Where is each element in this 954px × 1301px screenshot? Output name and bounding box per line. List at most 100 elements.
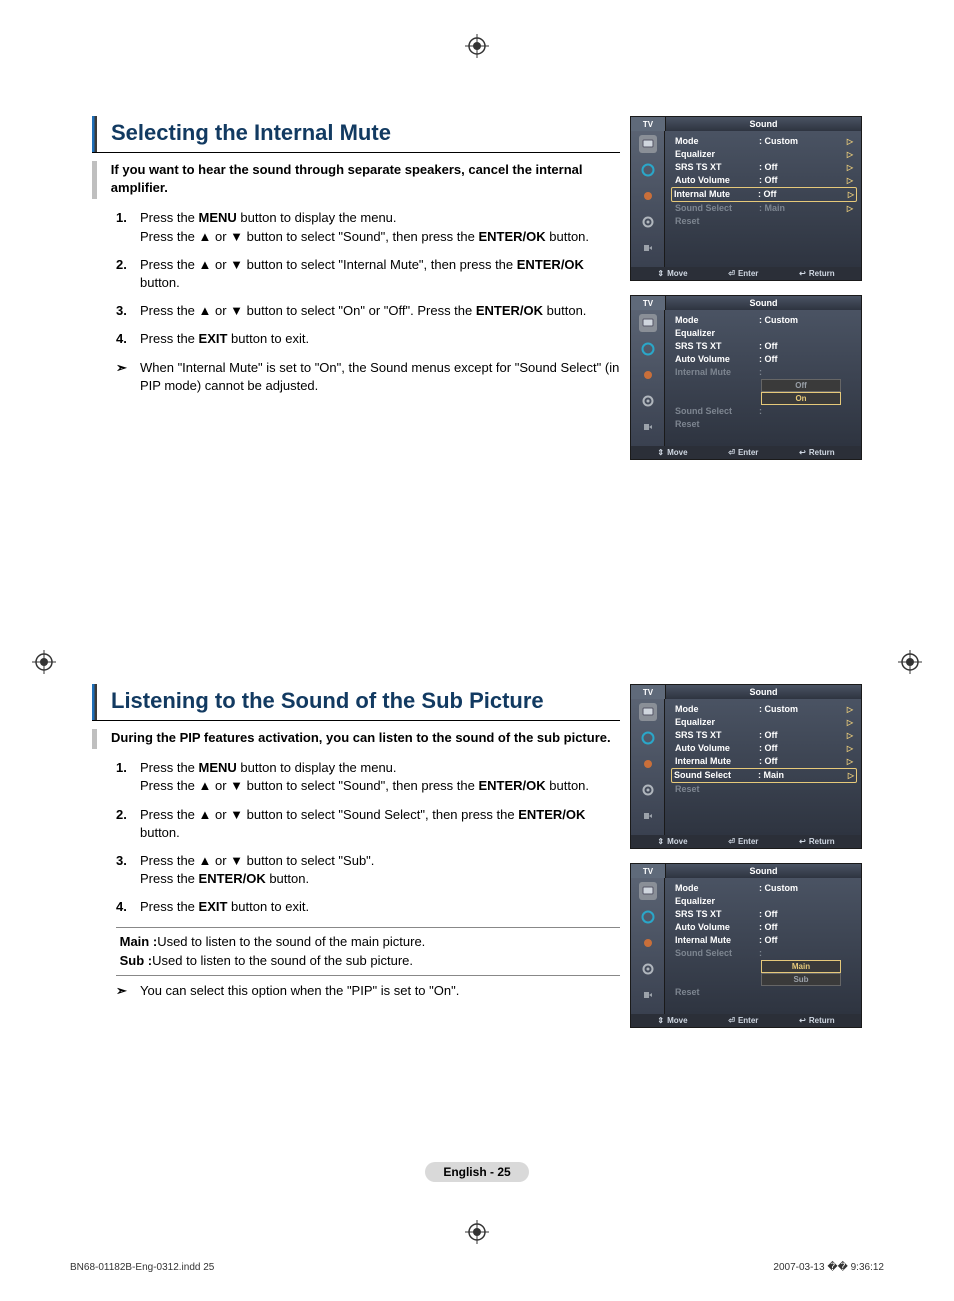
osd-title: Sound <box>665 296 861 310</box>
osd-row-av: Auto Volume: Off▷ <box>673 174 855 187</box>
osd-hint-move: ⇕Move <box>657 448 687 457</box>
osd-hint-enter: ⏎Enter <box>728 1016 758 1025</box>
chevron-right-icon: ▷ <box>847 174 853 187</box>
step: 1.Press the MENU button to display the m… <box>116 209 620 245</box>
setup-icon <box>639 781 657 799</box>
updown-icon: ⇕ <box>657 448 664 457</box>
osd-suboption: Main <box>761 960 841 973</box>
heading-block: Listening to the Sound of the Sub Pictur… <box>92 684 620 721</box>
step-text: Press the EXIT button to exit. <box>140 898 620 916</box>
step-text: Press the ▲ or ▼ button to select "Inter… <box>140 256 620 292</box>
intro-accent-bar <box>92 161 97 199</box>
definition-row: Main : Used to listen to the sound of th… <box>116 932 620 952</box>
osd-row-im: Internal Mute: Off▷ <box>673 755 855 768</box>
step-number: 1. <box>116 209 140 245</box>
osd-suboption: Off <box>761 379 841 392</box>
step-number: 3. <box>116 852 140 888</box>
osd-row-im: Internal Mute: Off <box>673 934 855 947</box>
osd-row-im: Internal Mute: Off▷ <box>671 187 857 202</box>
updown-icon: ⇕ <box>657 1016 664 1025</box>
return-icon: ↩ <box>799 837 806 846</box>
osd-row-srs: SRS TS XT: Off▷ <box>673 729 855 742</box>
section-sub-sound: Listening to the Sound of the Sub Pictur… <box>92 684 862 1042</box>
enter-icon: ⏎ <box>728 448 735 457</box>
picture-icon <box>639 703 657 721</box>
setup-icon <box>639 392 657 410</box>
step: 1.Press the MENU button to display the m… <box>116 759 620 795</box>
chevron-right-icon: ▷ <box>847 716 853 729</box>
osd-list: Mode: CustomEqualizerSRS TS XT: OffAuto … <box>665 878 861 1014</box>
step: 4.Press the EXIT button to exit. <box>116 330 620 348</box>
osd-hint-move: ⇕Move <box>657 837 687 846</box>
chevron-right-icon: ▷ <box>847 703 853 716</box>
osd-row-ss: Sound Select: Main▷ <box>671 768 857 783</box>
osd-menu: TV Sound Mode: CustomEqualizerSRS TS XT:… <box>630 295 862 460</box>
osd-hint-return: ↩Return <box>799 1016 834 1025</box>
sound-icon <box>639 340 657 358</box>
note-row: ➣ When "Internal Mute" is set to "On", t… <box>116 359 620 395</box>
step-text: Press the ▲ or ▼ button to select "Sound… <box>140 806 620 842</box>
definitions-block: Main : Used to listen to the sound of th… <box>116 927 620 976</box>
step-number: 3. <box>116 302 140 320</box>
osd-tv-badge: TV <box>631 117 665 131</box>
step-text: Press the ▲ or ▼ button to select "Sub".… <box>140 852 620 888</box>
sound-icon <box>639 729 657 747</box>
intro-block: If you want to hear the sound through se… <box>92 161 620 199</box>
setup-icon <box>639 960 657 978</box>
step-number: 2. <box>116 806 140 842</box>
osd-suboption: On <box>761 392 841 405</box>
input-icon <box>639 986 657 1004</box>
osd-row-av: Auto Volume: Off <box>673 921 855 934</box>
chevron-right-icon: ▷ <box>848 188 854 201</box>
osd-hint-move: ⇕Move <box>657 1016 687 1025</box>
osd-suboption-list: OffOn <box>761 379 841 405</box>
enter-icon: ⏎ <box>728 269 735 278</box>
heading-accent-bar <box>92 116 97 152</box>
picture-icon <box>639 882 657 900</box>
return-icon: ↩ <box>799 1016 806 1025</box>
osd-hint-return: ↩Return <box>799 837 834 846</box>
step-number: 2. <box>116 256 140 292</box>
note-text: You can select this option when the "PIP… <box>140 982 459 1000</box>
chevron-right-icon: ▷ <box>847 135 853 148</box>
osd-footer: ⇕Move ⏎Enter ↩Return <box>631 835 861 848</box>
intro-block: During the PIP features activation, you … <box>92 729 620 749</box>
channel-icon <box>639 366 657 384</box>
osd-icon-column <box>631 878 665 1014</box>
chevron-right-icon: ▷ <box>847 148 853 161</box>
intro-text: During the PIP features activation, you … <box>111 729 611 749</box>
footer-left: BN68-01182B-Eng-0312.indd 25 <box>70 1262 214 1273</box>
osd-icon-column <box>631 699 665 835</box>
osd-row-av: Auto Volume: Off▷ <box>673 742 855 755</box>
note-row: ➣ You can select this option when the "P… <box>116 982 620 1000</box>
osd-row-reset: Reset <box>673 215 855 228</box>
section-heading: Selecting the Internal Mute <box>111 116 391 152</box>
osd-icon-column <box>631 310 665 446</box>
osd-row-mode: Mode: Custom▷ <box>673 703 855 716</box>
steps-list: 1.Press the MENU button to display the m… <box>116 759 620 916</box>
step-number: 1. <box>116 759 140 795</box>
osd-menu: TV Sound Mode: Custom▷Equalizer▷SRS TS X… <box>630 684 862 849</box>
osd-row-eq: Equalizer <box>673 327 855 340</box>
osd-footer: ⇕Move ⏎Enter ↩Return <box>631 1014 861 1027</box>
osd-suboption-list: MainSub <box>761 960 841 986</box>
osd-row-eq: Equalizer <box>673 895 855 908</box>
heading-accent-bar <box>92 684 97 720</box>
sound-icon <box>639 161 657 179</box>
channel-icon <box>639 187 657 205</box>
osd-menu: TV Sound Mode: CustomEqualizerSRS TS XT:… <box>630 863 862 1028</box>
intro-text: If you want to hear the sound through se… <box>111 161 620 199</box>
intro-accent-bar <box>92 729 97 749</box>
osd-row-ss: Sound Select: <box>673 405 855 418</box>
note-text: When "Internal Mute" is set to "On", the… <box>140 359 620 395</box>
input-icon <box>639 418 657 436</box>
step-number: 4. <box>116 330 140 348</box>
channel-icon <box>639 755 657 773</box>
chevron-right-icon: ▷ <box>847 161 853 174</box>
chevron-right-icon: ▷ <box>848 769 854 782</box>
osd-row-reset: Reset <box>673 418 855 431</box>
chevron-right-icon: ▷ <box>847 729 853 742</box>
picture-icon <box>639 314 657 332</box>
osd-row-eq: Equalizer▷ <box>673 716 855 729</box>
chevron-right-icon: ▷ <box>847 202 853 215</box>
